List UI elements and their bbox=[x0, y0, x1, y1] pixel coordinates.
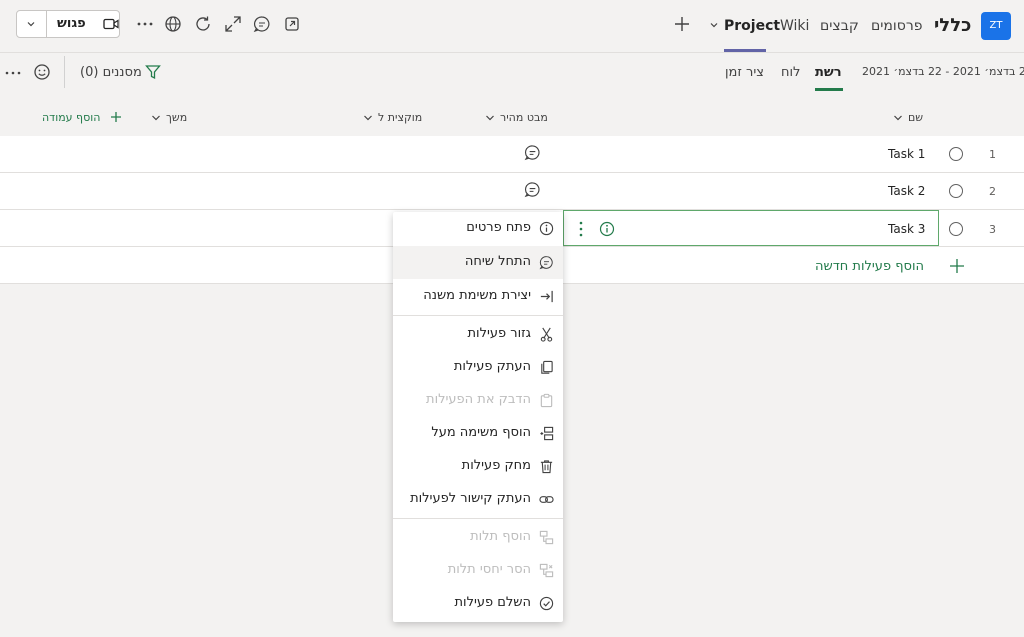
complete-task-checkbox[interactable] bbox=[949, 147, 963, 161]
view-tab-board[interactable]: לוח bbox=[781, 65, 800, 80]
refresh-icon[interactable] bbox=[194, 15, 212, 33]
menu-item-label: הוסף משימה מעל bbox=[431, 425, 531, 440]
menu-item-label: השלם פעילות bbox=[454, 595, 532, 610]
complete-task-checkbox[interactable] bbox=[949, 184, 963, 198]
complete-task-checkbox[interactable] bbox=[949, 222, 963, 236]
more-options-icon[interactable] bbox=[136, 15, 154, 33]
add-new-task-button[interactable]: הוסף פעילות חדשה bbox=[815, 259, 924, 274]
add-tab-icon[interactable] bbox=[673, 15, 691, 33]
menu-item-label: העתק קישור לפעילות bbox=[410, 491, 531, 506]
row-number: 3 bbox=[989, 223, 996, 236]
menu-item-create-subtask[interactable]: יצירת משימת משנה bbox=[393, 280, 563, 313]
name-column-chevron-icon[interactable] bbox=[892, 112, 904, 124]
video-camera-icon bbox=[103, 18, 119, 30]
conversation-icon[interactable] bbox=[524, 181, 541, 198]
row-number: 1 bbox=[989, 148, 996, 161]
menu-item-cut-task[interactable]: גזור פעילות bbox=[393, 318, 563, 351]
menu-item-label: גזור פעילות bbox=[467, 326, 531, 341]
more-options-icon[interactable] bbox=[4, 64, 22, 82]
team-channel-name: כללי bbox=[934, 15, 972, 36]
tab-project[interactable]: Project bbox=[724, 18, 780, 34]
task-name[interactable]: Task 2 bbox=[888, 184, 925, 198]
task-name[interactable]: Task 3 bbox=[888, 222, 925, 236]
conversation-icon[interactable] bbox=[524, 144, 541, 161]
tab-files[interactable]: קבצים bbox=[820, 18, 859, 34]
link-icon bbox=[539, 492, 554, 507]
menu-item-delete-task[interactable]: מחק פעילות bbox=[393, 450, 563, 483]
popout-icon[interactable] bbox=[283, 15, 301, 33]
menu-separator bbox=[393, 315, 563, 316]
date-range[interactable]: 22 בדצמ׳ 2021 - 22 בדצמ׳ 2021 bbox=[862, 65, 1024, 78]
menu-item-label: הוסף תלות bbox=[470, 529, 531, 544]
menu-item-remove-dependencies[interactable]: הסר יחסי תלות bbox=[393, 554, 563, 587]
meet-button[interactable]: פגוש bbox=[16, 10, 120, 38]
menu-item-label: פתח פרטים bbox=[466, 220, 531, 235]
copy-icon bbox=[539, 360, 554, 375]
add-column-plus-icon[interactable] bbox=[110, 111, 122, 123]
insert-above-icon bbox=[539, 426, 554, 441]
indent-icon bbox=[539, 289, 554, 304]
menu-item-start-conversation[interactable]: התחל שיחה bbox=[393, 246, 563, 279]
task-name[interactable]: Task 1 bbox=[888, 147, 925, 161]
add-column-button[interactable]: הוסף עמודה bbox=[42, 111, 100, 124]
scissors-icon bbox=[539, 327, 554, 342]
globe-icon[interactable] bbox=[164, 15, 182, 33]
trash-icon bbox=[539, 459, 554, 474]
menu-item-label: הדבק את הפעילות bbox=[426, 392, 531, 407]
expand-icon[interactable] bbox=[224, 15, 242, 33]
task-context-menu: פתח פרטים התחל שיחה יצירת משימת משנה גזו… bbox=[393, 212, 563, 622]
row-number: 2 bbox=[989, 185, 996, 198]
chevron-down-icon[interactable] bbox=[25, 18, 37, 30]
view-tab-active-indicator bbox=[815, 88, 843, 91]
column-header-duration[interactable]: משך bbox=[166, 111, 187, 124]
table-row[interactable] bbox=[0, 173, 1024, 210]
menu-item-open-details[interactable]: פתח פרטים bbox=[393, 212, 563, 245]
column-header-quick-view[interactable]: מבט מהיר bbox=[500, 111, 548, 124]
menu-item-add-dependency[interactable]: הוסף תלות bbox=[393, 521, 563, 554]
emoji-icon[interactable] bbox=[33, 63, 51, 81]
tab-project-chevron-icon[interactable] bbox=[708, 19, 720, 31]
add-task-plus-icon[interactable] bbox=[949, 258, 965, 274]
check-circle-icon bbox=[539, 596, 554, 611]
menu-item-label: יצירת משימת משנה bbox=[423, 288, 531, 303]
remove-dependency-icon bbox=[539, 563, 554, 578]
info-icon[interactable] bbox=[599, 221, 615, 237]
chat-icon bbox=[539, 255, 554, 270]
column-header-assigned-to[interactable]: מוקצית ל bbox=[378, 111, 422, 124]
menu-item-paste-task[interactable]: הדבק את הפעילות bbox=[393, 384, 563, 417]
menu-item-copy-task-link[interactable]: העתק קישור לפעילות bbox=[393, 483, 563, 516]
paste-icon bbox=[539, 393, 554, 408]
info-icon bbox=[539, 221, 554, 236]
tab-posts[interactable]: פרסומים bbox=[871, 18, 922, 34]
menu-item-label: הסר יחסי תלות bbox=[447, 562, 531, 577]
tab-active-indicator bbox=[724, 49, 766, 52]
assigned-column-chevron-icon[interactable] bbox=[362, 112, 374, 124]
row-more-options-icon[interactable] bbox=[574, 220, 588, 238]
selected-task-cell[interactable] bbox=[563, 210, 939, 246]
dependency-icon bbox=[539, 530, 554, 545]
table-row[interactable] bbox=[0, 136, 1024, 173]
meet-button-divider bbox=[46, 11, 47, 37]
avatar[interactable]: ZT bbox=[981, 12, 1011, 40]
menu-item-label: מחק פעילות bbox=[461, 458, 531, 473]
menu-item-label: העתק פעילות bbox=[453, 359, 531, 374]
meet-button-label: פגוש bbox=[57, 16, 86, 31]
duration-column-chevron-icon[interactable] bbox=[150, 112, 162, 124]
column-header-name[interactable]: שם bbox=[908, 111, 923, 124]
menu-item-complete-task[interactable]: השלם פעילות bbox=[393, 587, 563, 620]
menu-item-insert-task-above[interactable]: הוסף משימה מעל bbox=[393, 417, 563, 450]
menu-item-copy-task[interactable]: העתק פעילות bbox=[393, 351, 563, 384]
view-tab-grid[interactable]: רשת bbox=[815, 65, 842, 80]
quickview-column-chevron-icon[interactable] bbox=[484, 112, 496, 124]
menu-separator bbox=[393, 518, 563, 519]
conversation-icon[interactable] bbox=[253, 15, 271, 33]
filter-button[interactable]: מסננים (0) bbox=[80, 65, 142, 80]
menu-item-label: התחל שיחה bbox=[464, 254, 531, 269]
toolbar-divider bbox=[64, 56, 65, 88]
view-tab-timeline[interactable]: ציר זמן bbox=[725, 65, 764, 80]
filter-icon[interactable] bbox=[145, 64, 161, 80]
tab-wiki[interactable]: Wiki bbox=[780, 18, 809, 34]
